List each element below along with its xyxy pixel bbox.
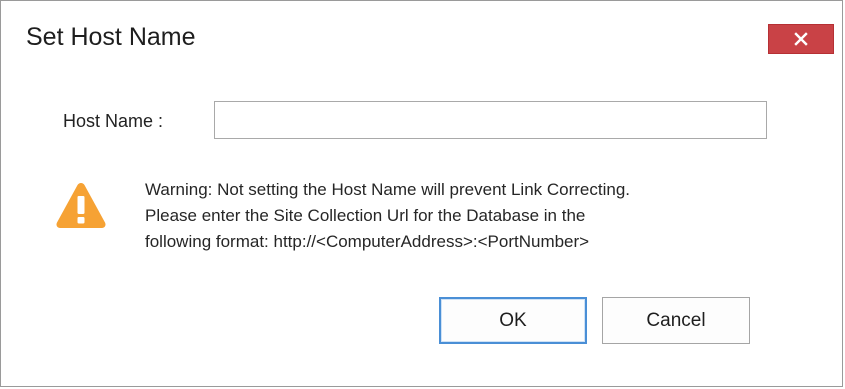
close-icon bbox=[794, 32, 808, 46]
host-name-input[interactable] bbox=[214, 101, 767, 139]
cancel-button[interactable]: Cancel bbox=[602, 297, 750, 344]
warning-triangle-icon bbox=[56, 183, 106, 228]
host-name-label: Host Name : bbox=[63, 111, 164, 131]
ok-button[interactable]: OK bbox=[439, 297, 587, 344]
warning-message: Warning: Not setting the Host Name will … bbox=[145, 177, 785, 255]
warning-line-1: Warning: Not setting the Host Name will … bbox=[145, 180, 631, 199]
warning-line-2: Please enter the Site Collection Url for… bbox=[145, 206, 586, 225]
warning-line-3: following format: http://<ComputerAddres… bbox=[145, 232, 590, 251]
set-host-name-dialog: Set Host Name Host Name : Warning: Not s… bbox=[0, 0, 843, 387]
dialog-title: Set Host Name bbox=[26, 23, 196, 51]
close-button[interactable] bbox=[768, 24, 834, 54]
dialog-titlebar: Set Host Name bbox=[1, 1, 842, 79]
